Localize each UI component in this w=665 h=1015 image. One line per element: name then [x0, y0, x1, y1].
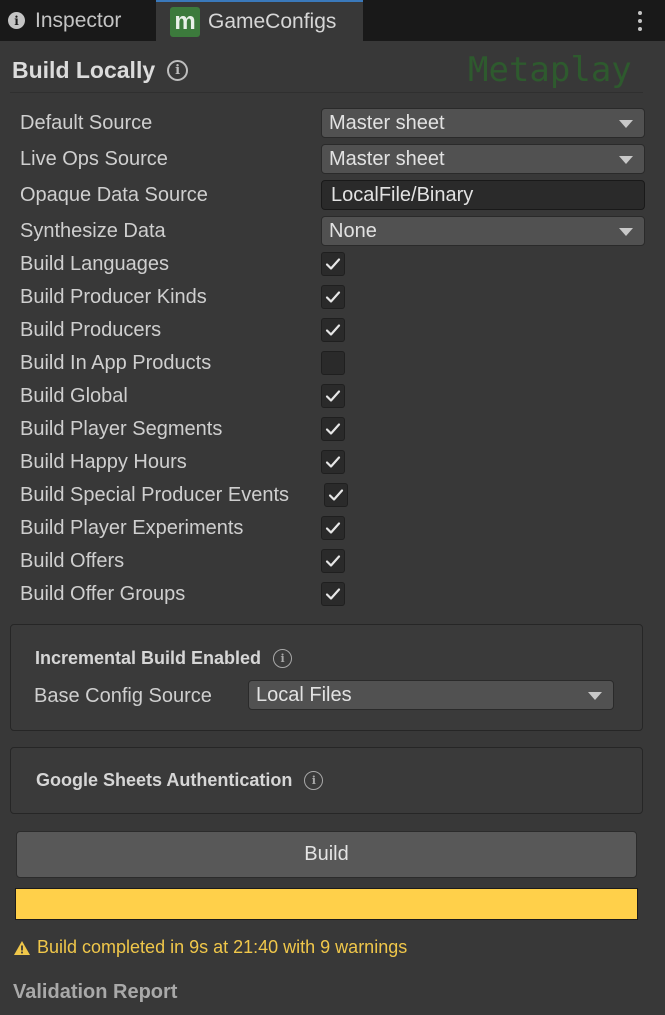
checkmark-icon: [325, 390, 341, 402]
incremental-build-title: Incremental Build Enabled i: [35, 648, 293, 669]
build-producers-checkbox[interactable]: [321, 318, 345, 342]
base-config-source-dropdown[interactable]: Local Files: [248, 680, 614, 710]
google-sheets-auth-panel[interactable]: Google Sheets Authentication i: [10, 747, 643, 814]
build-progress-bar: [15, 888, 638, 920]
metaplay-m-icon: m: [170, 6, 200, 37]
build-status-text: Build completed in 9s at 21:40 with 9 wa…: [37, 937, 408, 957]
page-title: Build Locally i: [12, 57, 189, 84]
base-config-source-value: Local Files: [256, 683, 352, 706]
live-ops-source-dropdown[interactable]: Master sheet: [321, 144, 645, 174]
synthesize-data-label: Synthesize Data: [20, 219, 166, 242]
base-config-source-label: Base Config Source: [34, 684, 212, 707]
build-player-experiments-checkbox[interactable]: [321, 516, 345, 540]
divider: [10, 92, 643, 93]
build-button[interactable]: Build: [16, 831, 637, 878]
info-icon[interactable]: i: [167, 60, 189, 81]
tab-inspector-label: Inspector: [35, 8, 122, 32]
synthesize-data-value: None: [329, 219, 377, 242]
checkmark-icon: [325, 423, 341, 435]
tab-gameconfigs[interactable]: m GameConfigs: [156, 0, 363, 41]
live-ops-source-label: Live Ops Source: [20, 147, 168, 170]
info-icon[interactable]: i: [273, 649, 293, 668]
opaque-data-source-value: LocalFile/Binary: [331, 183, 474, 206]
google-sheets-auth-title-text: Google Sheets Authentication: [36, 770, 293, 790]
build-offer-groups-checkbox[interactable]: [321, 582, 345, 606]
default-source-value: Master sheet: [329, 111, 445, 134]
checkmark-icon: [325, 456, 341, 468]
build-producer-kinds-checkbox[interactable]: [321, 285, 345, 309]
checkmark-icon: [325, 588, 341, 600]
page-title-text: Build Locally: [12, 57, 156, 83]
build-in-app-products-checkbox[interactable]: [321, 351, 345, 375]
build-player-segments-label: Build Player Segments: [20, 417, 223, 440]
incremental-build-title-text: Incremental Build Enabled: [35, 648, 262, 668]
build-offer-groups-label: Build Offer Groups: [20, 582, 186, 605]
checkmark-icon: [325, 324, 341, 336]
more-options-icon[interactable]: [638, 11, 643, 31]
build-global-label: Build Global: [20, 384, 128, 407]
tab-bar: i Inspector m GameConfigs: [0, 0, 665, 41]
build-languages-label: Build Languages: [20, 252, 170, 275]
build-offers-label: Build Offers: [20, 549, 125, 572]
tab-gameconfigs-label: GameConfigs: [208, 9, 337, 33]
info-icon: i: [8, 12, 25, 29]
checkmark-icon: [328, 489, 344, 501]
checkmark-icon: [325, 291, 341, 303]
validation-report-title: Validation Report: [13, 981, 178, 1003]
build-happy-hours-checkbox[interactable]: [321, 450, 345, 474]
build-offers-checkbox[interactable]: [321, 549, 345, 573]
info-icon[interactable]: i: [304, 771, 324, 790]
checkmark-icon: [325, 258, 341, 270]
checkmark-icon: [325, 522, 341, 534]
build-happy-hours-label: Build Happy Hours: [20, 450, 187, 473]
live-ops-source-value: Master sheet: [329, 147, 445, 170]
metaplay-logo: Metaplay: [468, 50, 632, 90]
build-status: Build completed in 9s at 21:40 with 9 wa…: [13, 937, 407, 958]
tab-inspector[interactable]: i Inspector: [0, 0, 156, 41]
google-sheets-auth-title: Google Sheets Authentication i: [36, 770, 324, 791]
build-progress-fill: [16, 889, 637, 919]
opaque-data-source-label: Opaque Data Source: [20, 183, 208, 206]
build-producers-label: Build Producers: [20, 318, 162, 341]
warning-icon: [14, 940, 30, 955]
build-languages-checkbox[interactable]: [321, 252, 345, 276]
default-source-label: Default Source: [20, 111, 153, 134]
opaque-data-source-field[interactable]: LocalFile/Binary: [321, 180, 645, 210]
synthesize-data-dropdown[interactable]: None: [321, 216, 645, 246]
build-producer-kinds-label: Build Producer Kinds: [20, 285, 207, 308]
build-player-segments-checkbox[interactable]: [321, 417, 345, 441]
checkmark-icon: [325, 555, 341, 567]
build-in-app-products-label: Build In App Products: [20, 351, 212, 374]
default-source-dropdown[interactable]: Master sheet: [321, 108, 645, 138]
build-special-producer-events-label: Build Special Producer Events: [20, 483, 290, 506]
build-global-checkbox[interactable]: [321, 384, 345, 408]
build-player-experiments-label: Build Player Experiments: [20, 516, 244, 539]
build-special-producer-events-checkbox[interactable]: [324, 483, 348, 507]
incremental-build-panel: Incremental Build Enabled i Base Config …: [10, 624, 643, 731]
